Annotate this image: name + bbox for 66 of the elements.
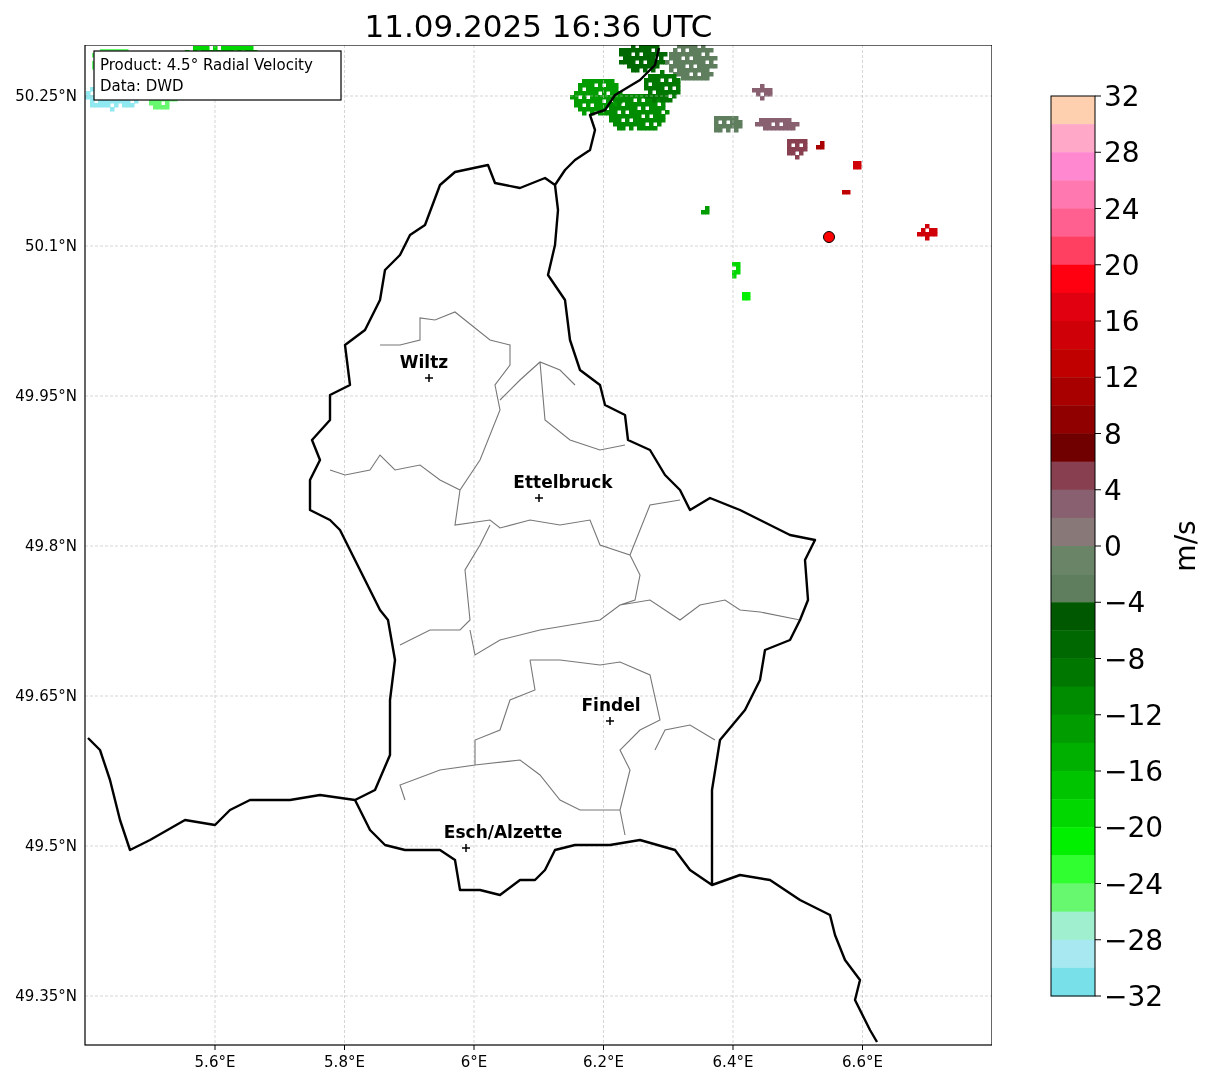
- tick-mark: [1094, 714, 1102, 716]
- tick-mark: [1094, 376, 1102, 378]
- tick-mark: [1094, 208, 1102, 209]
- axis-tick-label: 49.95°N: [15, 387, 77, 405]
- tick-mark: [732, 1044, 734, 1051]
- tick-mark: [1094, 826, 1102, 828]
- colorbar-tick-label: 4: [1104, 473, 1122, 507]
- axis-tick-label: 50.1°N: [24, 237, 77, 255]
- city-label: Findel: [581, 695, 641, 715]
- chart-title: 11.09.2025 16:36 UTC: [364, 8, 713, 44]
- tick-mark: [1094, 601, 1102, 603]
- location-marker: [823, 231, 835, 243]
- city-label: Esch/Alzette: [443, 822, 563, 842]
- city-marker-icon: [424, 373, 434, 383]
- tick-mark: [1094, 770, 1102, 772]
- colorbar-tick-label: 8: [1104, 417, 1122, 451]
- colorbar-tick-label: 28: [1104, 136, 1140, 170]
- colorbar-tick-label: −28: [1104, 923, 1164, 957]
- axis-tick-label: 49.5°N: [24, 837, 77, 855]
- axis-tick-label: 5.6°E: [194, 1053, 236, 1071]
- tick-mark: [1094, 95, 1102, 97]
- axis-tick-label: 6.6°E: [842, 1053, 883, 1071]
- colorbar-tick-label: −32: [1104, 980, 1164, 1013]
- tick-mark: [1094, 545, 1102, 547]
- colorbar-tick-label: −4: [1104, 586, 1146, 620]
- colorbar-tick-label: 12: [1104, 361, 1140, 395]
- tick-mark: [1094, 658, 1102, 659]
- tick-mark: [344, 1044, 345, 1051]
- tick-mark: [1094, 883, 1102, 884]
- tick-mark: [1094, 151, 1102, 153]
- axis-tick-label: 49.8°N: [24, 537, 77, 555]
- product-label: Product: 4.5° Radial Velocity: [100, 56, 313, 74]
- colorbar-tick-label: 0: [1104, 530, 1122, 563]
- tick-mark: [603, 1044, 604, 1051]
- colorbar-tick-label: −16: [1104, 755, 1164, 788]
- axis-tick-label: 49.35°N: [15, 987, 77, 1005]
- tick-mark: [214, 1044, 216, 1051]
- axis-tick-label: 49.65°N: [15, 687, 77, 705]
- city-label: Wiltz: [399, 352, 449, 372]
- axis-tick-label: 6°E: [460, 1053, 488, 1071]
- colorbar-label: m/s: [1169, 520, 1202, 572]
- colorbar-tick-label: −12: [1104, 698, 1164, 732]
- axis-tick-label: 6.2°E: [583, 1053, 624, 1071]
- tick-mark: [1094, 995, 1102, 997]
- colorbar-tick-label: 16: [1104, 305, 1140, 338]
- city-marker-icon: [605, 716, 615, 726]
- colorbar-tick-label: 24: [1104, 192, 1140, 226]
- city-marker-icon: [461, 843, 471, 853]
- tick-mark: [1094, 264, 1102, 266]
- tick-mark: [862, 1044, 863, 1051]
- colorbar-tick-label: −8: [1104, 642, 1146, 676]
- city-label: Ettelbruck: [513, 472, 613, 492]
- axis-tick-label: 5.8°E: [324, 1053, 365, 1071]
- tick-mark: [473, 1044, 475, 1051]
- tick-mark: [1094, 320, 1102, 322]
- data-source-label: Data: DWD: [100, 77, 184, 95]
- axis-tick-label: 6.4°E: [712, 1053, 754, 1071]
- tick-mark: [1094, 939, 1102, 941]
- tick-mark: [1094, 489, 1102, 491]
- colorbar-tick-label: 20: [1104, 248, 1140, 282]
- colorbar-tick-label: −20: [1104, 811, 1164, 845]
- axis-tick-label: 50.25°N: [15, 87, 77, 105]
- city-marker-icon: [534, 493, 544, 503]
- colorbar-tick-label: −24: [1104, 867, 1164, 901]
- colorbar-tick-label: 32: [1104, 80, 1140, 113]
- tick-mark: [1094, 433, 1102, 434]
